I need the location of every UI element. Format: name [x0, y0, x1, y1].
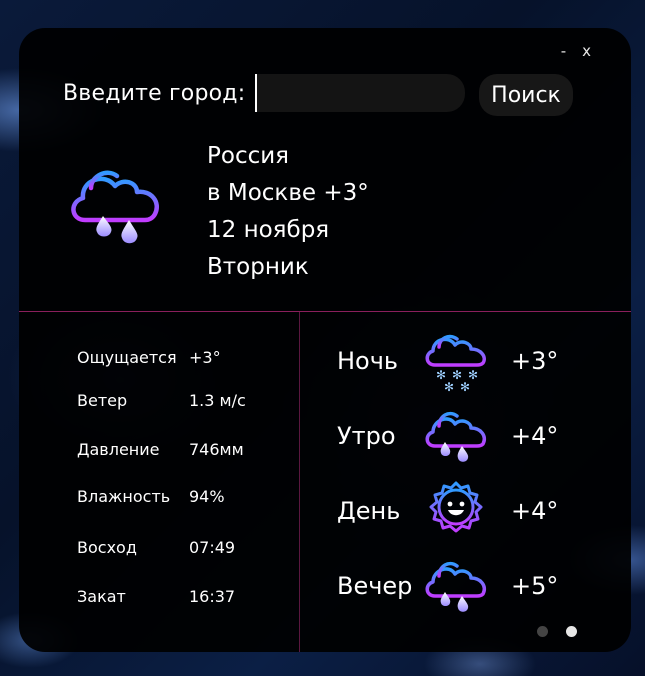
detail-label: Давление — [77, 440, 160, 459]
forecast-temp: +4° — [511, 422, 559, 450]
forecast-label: День — [337, 497, 401, 525]
detail-label: Влажность — [77, 487, 171, 506]
horizontal-divider — [19, 311, 631, 312]
forecast-temp: +5° — [511, 572, 559, 600]
detail-row-sunrise: Восход 07:49 — [77, 538, 235, 557]
close-button[interactable]: x — [582, 42, 591, 60]
search-label: Введите город: — [63, 80, 246, 106]
current-location: Россия в Москве +3° 12 ноября Вторник — [207, 138, 369, 286]
detail-label: Ощущается — [77, 348, 177, 367]
search-button[interactable]: Поиск — [479, 74, 573, 116]
detail-value: 746мм — [189, 440, 244, 459]
svg-text:✻: ✻ — [444, 380, 454, 393]
forecast-temp: +4° — [511, 497, 559, 525]
page-indicator — [537, 626, 577, 637]
window-controls: - x — [561, 42, 591, 60]
detail-label: Восход — [77, 538, 137, 557]
detail-label: Закат — [77, 587, 126, 606]
forecast-label: Ночь — [337, 347, 399, 375]
detail-row-sunset: Закат 16:37 — [77, 587, 235, 606]
forecast-label: Вечер — [337, 572, 413, 600]
city-temperature: в Москве +3° — [207, 180, 369, 206]
sun-icon — [429, 481, 483, 533]
city-search-input[interactable] — [255, 74, 465, 112]
page-dot-1[interactable] — [537, 626, 548, 637]
detail-value: 16:37 — [189, 587, 236, 606]
cloud-snow-icon: ✻ ✻ ✻ ✻ ✻ — [425, 334, 486, 393]
detail-value: 1.3 м/с — [189, 391, 246, 410]
detail-row-wind: Ветер 1.3 м/с — [77, 391, 246, 410]
weather-window: - x Введите город: Поиск Россия в Москве… — [19, 28, 631, 652]
weekday-label: Вторник — [207, 254, 309, 280]
detail-row-humidity: Влажность 94% — [77, 487, 225, 506]
minimize-button[interactable]: - — [561, 42, 566, 60]
search-bar: Введите город: Поиск — [63, 74, 573, 116]
forecast-label: Утро — [337, 422, 396, 450]
cloud-rain-icon — [71, 170, 159, 244]
date-label: 12 ноября — [207, 217, 330, 243]
detail-value: 94% — [189, 487, 225, 506]
detail-row-feels-like: Ощущается +3° — [77, 348, 221, 367]
forecast-temp: +3° — [511, 347, 559, 375]
cloud-rain-icon — [425, 561, 486, 612]
cloud-rain-icon — [425, 411, 486, 462]
detail-row-pressure: Давление 746мм — [77, 440, 244, 459]
page-dot-2[interactable] — [566, 626, 577, 637]
detail-value: +3° — [189, 348, 221, 367]
svg-text:✻: ✻ — [460, 380, 470, 393]
country-label: Россия — [207, 143, 290, 169]
vertical-divider — [299, 312, 300, 652]
detail-label: Ветер — [77, 391, 128, 410]
detail-value: 07:49 — [189, 538, 236, 557]
